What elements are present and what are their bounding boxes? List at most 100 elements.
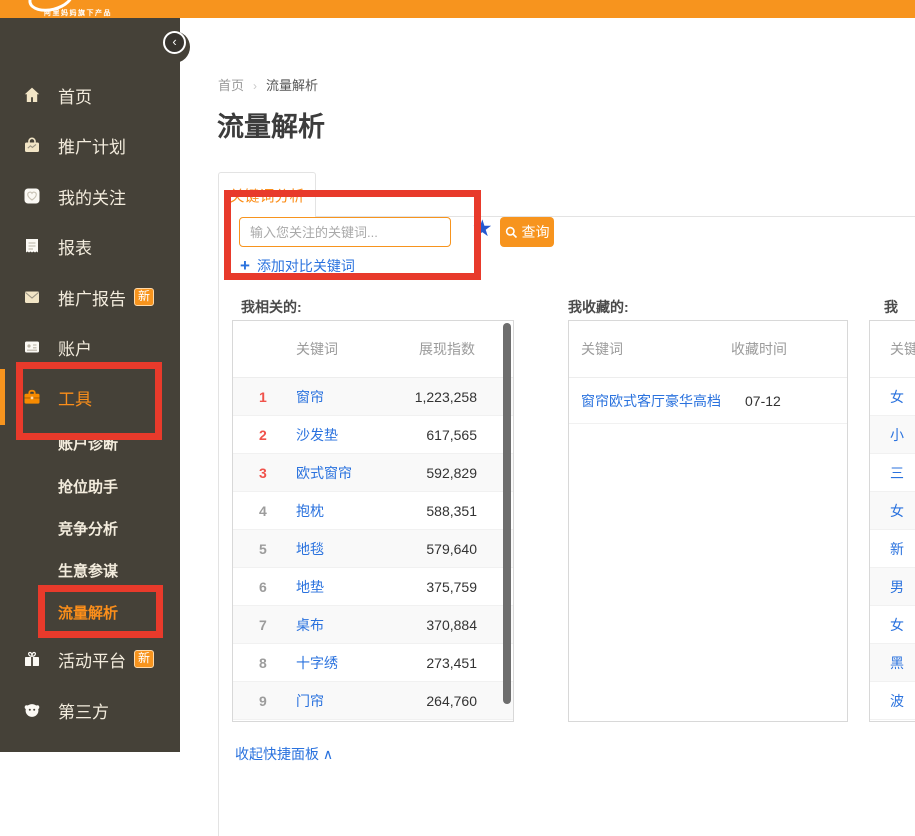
- table-header: 关键词: [870, 321, 915, 378]
- keyword-link[interactable]: 新: [890, 539, 904, 559]
- sidebar-item-label: 活动平台: [58, 647, 126, 672]
- impression-value: 273,451: [426, 655, 477, 671]
- report-icon: [22, 236, 42, 256]
- new-badge: 新: [134, 288, 154, 306]
- keyword-link[interactable]: 十字绣: [296, 653, 338, 673]
- breadcrumb-separator-icon: ›: [244, 79, 266, 93]
- sidebar-item-label: 首页: [58, 83, 92, 108]
- subitem-label: 生意参谋: [58, 560, 118, 581]
- table-scrollbar[interactable]: [503, 323, 511, 704]
- keyword-link[interactable]: 波: [890, 691, 904, 711]
- sidebar-subitem-traffic-analysis[interactable]: 流量解析: [58, 597, 178, 627]
- impression-value: 579,640: [426, 541, 477, 557]
- col-keyword: 关键词: [581, 339, 623, 359]
- favorites-table: 关键词 收藏时间 窗帘欧式客厅豪华高档 07-12: [568, 320, 848, 722]
- keyword-link[interactable]: 抱枕: [296, 501, 324, 521]
- keyword-link[interactable]: 小: [890, 425, 904, 445]
- col-impression-index: 展现指数: [419, 339, 475, 359]
- keyword-link[interactable]: 桌布: [296, 615, 324, 635]
- table-header: 关键词 收藏时间: [569, 321, 847, 378]
- add-compare-keyword-link[interactable]: + 添加对比关键词: [240, 256, 355, 276]
- sidebar-item-promo-report[interactable]: 推广报告 新: [0, 279, 180, 315]
- col-keyword: 关键词: [890, 339, 915, 359]
- table-row: 5 地毯 579,640: [233, 530, 513, 568]
- impression-value: 592,829: [426, 465, 477, 481]
- tools-icon: [22, 387, 42, 407]
- table-row: 7 桌布 370,884: [233, 606, 513, 644]
- sidebar-item-label: 报表: [58, 234, 92, 259]
- home-icon: [22, 85, 42, 105]
- keyword-link[interactable]: 女: [890, 387, 904, 407]
- favorite-star-icon[interactable]: ★: [472, 215, 493, 242]
- keyword-link[interactable]: 男: [890, 577, 904, 597]
- query-button[interactable]: 查询: [500, 217, 554, 247]
- sidebar-item-my-watchlist[interactable]: 我的关注: [0, 178, 180, 214]
- keyword-link[interactable]: 黑: [890, 653, 904, 673]
- impression-value: 1,223,258: [415, 389, 477, 405]
- table-row: 8 十字绣 273,451: [233, 644, 513, 682]
- brand-subtitle: 阿里妈妈旗下产品: [44, 8, 112, 18]
- promo-report-icon: [22, 287, 42, 307]
- plus-icon: +: [240, 256, 250, 276]
- table-row: 女: [870, 492, 915, 530]
- keyword-link[interactable]: 沙发垫: [296, 425, 338, 445]
- related-keywords-table: 关键词 展现指数 1 窗帘 1,223,258 2 沙发垫 617,565 3 …: [232, 320, 514, 722]
- clipped-keywords-table: 关键词 女 小 三 女 新 男 女 黑 波: [869, 320, 915, 722]
- rank: 6: [259, 579, 281, 595]
- subitem-label: 抢位助手: [58, 476, 118, 497]
- table-row: 黑: [870, 644, 915, 682]
- sidebar-item-tools[interactable]: 工具: [0, 379, 180, 415]
- sidebar-item-home[interactable]: 首页: [0, 77, 180, 113]
- account-icon: [22, 337, 42, 357]
- impression-value: 370,884: [426, 617, 477, 633]
- sidebar-subitem-business-advisor[interactable]: 生意参谋: [58, 555, 178, 585]
- breadcrumb-home[interactable]: 首页: [218, 78, 244, 93]
- sidebar-subitem-rank-assistant[interactable]: 抢位助手: [58, 471, 178, 501]
- keyword-link[interactable]: 窗帘: [296, 387, 324, 407]
- keyword-link[interactable]: 三: [890, 463, 904, 483]
- sidebar: ‹ 首页 推广计划 我的关注 报表 推广报告 新 账户: [0, 18, 180, 752]
- table-row: 3 欧式窗帘 592,829: [233, 454, 513, 492]
- sidebar-collapse-button[interactable]: ‹: [163, 31, 186, 54]
- add-compare-label: 添加对比关键词: [257, 256, 355, 276]
- sidebar-item-third-party[interactable]: 第三方: [0, 692, 180, 728]
- new-badge: 新: [134, 650, 154, 668]
- keyword-link[interactable]: 地垫: [296, 577, 324, 597]
- sidebar-item-account[interactable]: 账户: [0, 329, 180, 365]
- top-brand-bar: 阿里妈妈旗下产品: [0, 0, 915, 18]
- sidebar-item-activity-platform[interactable]: 活动平台 新: [0, 641, 180, 677]
- sidebar-item-label: 第三方: [58, 698, 109, 723]
- sidebar-item-label: 推广报告: [58, 285, 126, 310]
- sidebar-subitem-competition-analysis[interactable]: 竞争分析: [58, 513, 178, 543]
- subitem-label: 竞争分析: [58, 518, 118, 539]
- collapse-quick-panel-link[interactable]: 收起快捷面板 ∧: [235, 744, 333, 764]
- rank: 7: [259, 617, 281, 633]
- search-icon: [505, 226, 518, 239]
- table-row: 9 门帘 264,760: [233, 682, 513, 720]
- sidebar-item-label: 推广计划: [58, 133, 126, 158]
- rank: 3: [259, 465, 281, 481]
- keyword-link[interactable]: 地毯: [296, 539, 324, 559]
- table-row: 女: [870, 378, 915, 416]
- table-row: 窗帘欧式客厅豪华高档 07-12: [569, 378, 847, 424]
- impression-value: 375,759: [426, 579, 477, 595]
- impression-value: 264,760: [426, 693, 477, 709]
- keyword-link[interactable]: 窗帘欧式客厅豪华高档: [581, 391, 721, 411]
- rank: 1: [259, 389, 281, 405]
- sidebar-item-label: 我的关注: [58, 184, 126, 209]
- table-header: 关键词 展现指数: [233, 321, 513, 378]
- keyword-search-input[interactable]: [239, 217, 451, 247]
- sidebar-item-reports[interactable]: 报表: [0, 228, 180, 264]
- keyword-link[interactable]: 门帘: [296, 691, 324, 711]
- sidebar-item-label: 账户: [58, 335, 92, 360]
- sidebar-item-promo-plan[interactable]: 推广计划: [0, 127, 180, 163]
- tab-keyword-analysis[interactable]: 关键词分析: [218, 172, 316, 217]
- table-row: 女: [870, 606, 915, 644]
- impression-value: 588,351: [426, 503, 477, 519]
- keyword-link[interactable]: 欧式窗帘: [296, 463, 352, 483]
- keyword-link[interactable]: 女: [890, 615, 904, 635]
- table-row: 男: [870, 568, 915, 606]
- keyword-link[interactable]: 女: [890, 501, 904, 521]
- sidebar-subitem-account-diagnosis[interactable]: 账户诊断: [58, 428, 178, 458]
- clipped-section-title: 我: [884, 297, 898, 317]
